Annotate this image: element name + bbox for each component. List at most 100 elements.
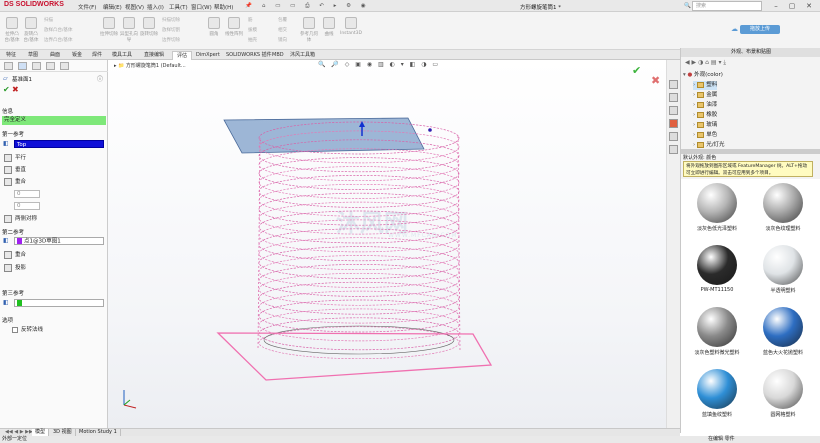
tab-evaluate[interactable]: 评估 (172, 51, 193, 60)
view-palette-icon[interactable] (669, 145, 678, 154)
custom-properties-icon[interactable] (669, 132, 678, 141)
intersect-button[interactable]: 相交 (278, 27, 287, 33)
material-swatch[interactable]: 圆网格塑料 (753, 369, 813, 418)
coincident-option[interactable]: 重合 (4, 177, 26, 186)
upload-button[interactable]: 拖放上传 (740, 25, 780, 34)
feature-tree-icon[interactable] (4, 62, 13, 70)
loft-button[interactable]: 放样凸台/基体 (44, 27, 73, 33)
mid-plane-option[interactable]: 两侧对称 (4, 214, 37, 223)
tree-item-solid-color[interactable]: › 单色 (693, 131, 717, 140)
angle-input[interactable]: 0 (14, 190, 40, 198)
tab-motion-study[interactable]: Motion Study 1 (76, 429, 121, 436)
design-library-icon[interactable] (669, 93, 678, 102)
project-option[interactable]: 投影 (4, 263, 26, 272)
property-manager-icon[interactable] (18, 62, 27, 70)
first-ref-input[interactable]: Top (14, 140, 104, 148)
dimxpert-icon[interactable] (46, 62, 55, 70)
material-swatch[interactable]: 淡灰色纹理塑料 (753, 183, 813, 232)
sweep-cut-button[interactable]: 扫描切除 (162, 17, 180, 23)
ok-icon[interactable]: ✔ (3, 85, 10, 94)
pane-toolbar[interactable]: ◀ ▶ ◑ ⌂ ▤ ▾ ⤓ (681, 57, 820, 68)
help-icon[interactable]: ⓘ (97, 74, 103, 83)
linear-pattern-button[interactable]: 线性阵列 (225, 15, 243, 47)
tab-mold-tools[interactable]: 模具工具 (108, 51, 136, 60)
loft-cut-button[interactable]: 放样切割 (162, 27, 180, 33)
reference-geometry-button[interactable]: 参考几何体 (300, 15, 318, 47)
hole-wizard-button[interactable]: 异型孔向导 (120, 15, 138, 47)
helix-turn (258, 255, 460, 288)
draft-button[interactable]: 拔模 (248, 27, 257, 33)
appearances-icon[interactable] (669, 119, 678, 128)
material-swatch[interactable]: 蓝色大火花抛塑料 (753, 307, 813, 356)
search-input[interactable]: 搜索 (692, 1, 762, 11)
flip-normal-checkbox[interactable]: 反转法线 (12, 325, 43, 333)
tab-surfaces[interactable]: 曲面 (46, 51, 64, 60)
cancel-icon[interactable]: ✖ (12, 85, 19, 94)
boundary-cut-button[interactable]: 边界切除 (162, 37, 180, 43)
extrude-cut-button[interactable]: 拉伸切除 (100, 15, 118, 47)
maximize-icon[interactable]: ▢ (786, 1, 798, 11)
graphics-area[interactable]: ▸ 📁 方形螺旋笔筒1 (Default... 🔍 🔎 ◇ ▣ ◉ ▥ ◐ ▾ … (108, 60, 666, 428)
instant3d-button[interactable]: Instant3D (340, 15, 362, 47)
rib-button[interactable]: 筋 (248, 17, 253, 23)
material-swatch[interactable]: PW-MT11150 (687, 245, 747, 293)
material-swatch[interactable]: 蓝填鱼纹塑料 (687, 369, 747, 418)
file-explorer-icon[interactable] (669, 106, 678, 115)
coincident-icon (4, 250, 12, 259)
solidworks-logo[interactable]: DS SOLIDWORKS (4, 1, 64, 8)
menu-tools[interactable]: 工具(T) (169, 3, 188, 11)
helix-curve[interactable] (258, 121, 460, 360)
boundary-boss-button[interactable]: 边界凸台/基体 (44, 37, 73, 43)
menu-help[interactable]: 帮助(H) (214, 3, 233, 11)
tree-item-metal[interactable]: › 金属 (693, 91, 717, 100)
offset-input[interactable]: 0 (14, 202, 40, 210)
minimize-icon[interactable]: – (770, 1, 782, 11)
parallel-option[interactable]: 平行 (4, 153, 26, 162)
quick-access-icons[interactable]: ⌂ ▭ ▭ ⎙ ↶ ▸ ⚙ ◉ (262, 3, 370, 10)
configuration-icon[interactable] (32, 62, 41, 70)
tab-sketch[interactable]: 草图 (24, 51, 42, 60)
third-ref-input[interactable] (14, 299, 104, 307)
menu-file[interactable]: 文件(F) (78, 3, 96, 11)
tree-root[interactable]: ▾ ● 外观(color) (683, 71, 723, 80)
menu-edit[interactable]: 编辑(E) (103, 3, 122, 11)
menu-insert[interactable]: 插入(I) (147, 3, 164, 11)
menu-view[interactable]: 视图(V) (125, 3, 144, 11)
revolve-boss-button[interactable]: 旋转凸台/基体 (22, 15, 40, 47)
material-swatch[interactable]: 半透明塑料 (753, 245, 813, 294)
revolve-cut-button[interactable]: 旋转切除 (140, 15, 158, 47)
mirror-button[interactable]: 镜向 (278, 37, 287, 43)
tab-features[interactable]: 特征 (2, 51, 20, 60)
material-swatch[interactable]: 淡灰色低光泽塑料 (687, 183, 747, 232)
perpendicular-option[interactable]: 垂直 (4, 165, 26, 174)
tree-item-plastic[interactable]: › 塑料 (693, 81, 718, 90)
resources-icon[interactable] (669, 80, 678, 89)
tab-3d-views[interactable]: 3D 视图 (50, 429, 76, 436)
tab-mufeng-toolbox[interactable]: 沐风工具箱 (286, 51, 319, 60)
tab-mbd[interactable]: MBD (268, 51, 288, 60)
message-label: 信息 (2, 109, 14, 115)
tab-sheetmetal[interactable]: 钣金 (68, 51, 86, 60)
third-ref-icon: ◧ (3, 299, 9, 306)
tree-item-glass[interactable]: › 玻璃 (693, 121, 717, 130)
tab-weldments[interactable]: 焊件 (88, 51, 106, 60)
curves-button[interactable]: 曲线 (320, 15, 338, 47)
second-ref-input[interactable]: 点1@3D草图1 (14, 237, 104, 245)
sweep-button[interactable]: 扫描 (44, 17, 53, 23)
extrude-boss-button[interactable]: 拉伸凸台/基体 (3, 15, 21, 47)
display-manager-icon[interactable] (60, 62, 69, 70)
pin-icon[interactable]: 📌 (245, 3, 252, 9)
tab-direct-editing[interactable]: 直接编辑 (140, 51, 168, 60)
menu-window[interactable]: 窗口(W) (191, 3, 212, 11)
wrap-button[interactable]: 包覆 (278, 17, 287, 23)
sketch-point[interactable] (428, 128, 432, 132)
tree-item-rubber[interactable]: › 橡胶 (693, 111, 717, 120)
material-swatch[interactable]: 淡灰色塑料微光塑料 (687, 307, 747, 356)
shell-button[interactable]: 抽壳 (248, 37, 257, 43)
tree-item-paint[interactable]: › 油漆 (693, 101, 717, 110)
tab-model[interactable]: 模型 (32, 429, 50, 436)
fillet-button[interactable]: 圆角 (205, 15, 223, 47)
tab-dimxpert[interactable]: DimXpert (192, 51, 224, 60)
second-coincident-option[interactable]: 重合 (4, 250, 26, 259)
close-icon[interactable]: ✕ (803, 1, 815, 11)
